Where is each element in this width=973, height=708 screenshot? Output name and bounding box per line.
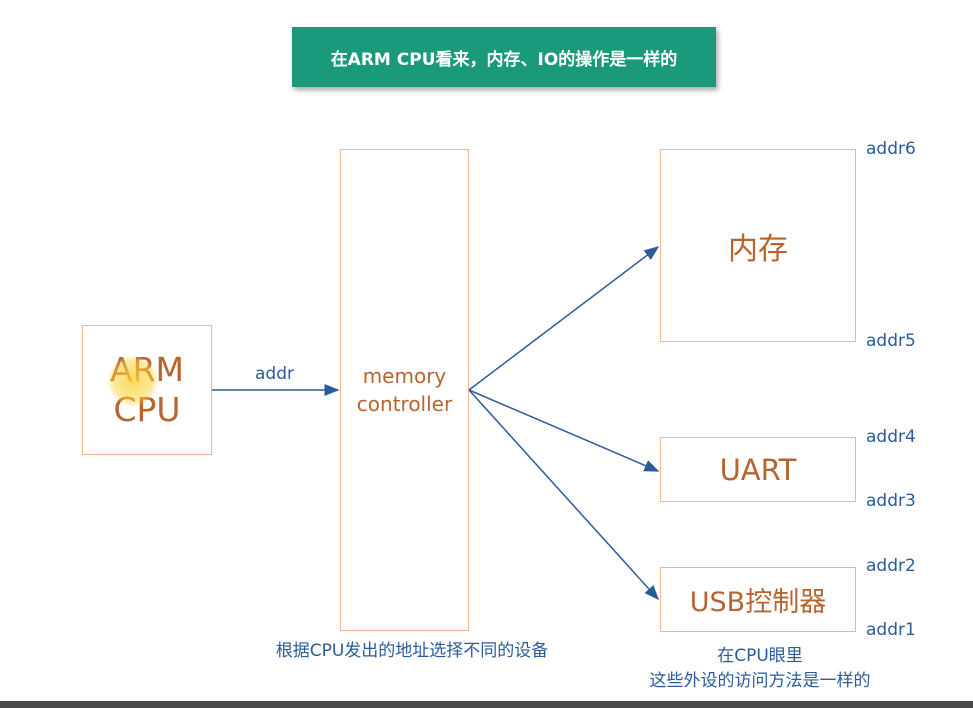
arrow-controller-to-memory — [468, 246, 660, 391]
addr5-label: addr5 — [866, 331, 916, 351]
controller-label-line1: memory — [362, 364, 447, 388]
controller-label-line2: controller — [356, 392, 453, 416]
bottom-bar — [0, 701, 973, 708]
controller-note: 根据CPU发出的地址选择不同的设备 — [275, 641, 549, 661]
memory-controller-box: memory controller — [340, 149, 469, 631]
usb-controller-box: USB控制器 — [660, 567, 856, 632]
mouse-highlight-icon — [108, 356, 158, 406]
uart-label: UART — [719, 452, 797, 487]
uart-device-box: UART — [660, 437, 856, 502]
addr1-label: addr1 — [866, 620, 916, 640]
cpu-view-note-line1: 在CPU眼里 — [717, 646, 803, 666]
memory-label: 内存 — [728, 231, 788, 267]
addr4-label: addr4 — [866, 427, 916, 447]
addr2-label: addr2 — [866, 556, 916, 576]
cpu-view-note-line2: 这些外设的访问方法是一样的 — [649, 671, 871, 691]
arrow-controller-to-uart — [468, 389, 660, 472]
addr3-label: addr3 — [866, 491, 916, 511]
memory-device-box: 内存 — [660, 149, 856, 342]
bus-addr-label: addr — [255, 364, 294, 384]
addr6-label: addr6 — [866, 139, 916, 159]
arrow-controller-to-usb — [468, 389, 660, 601]
usb-label: USB控制器 — [689, 587, 827, 618]
